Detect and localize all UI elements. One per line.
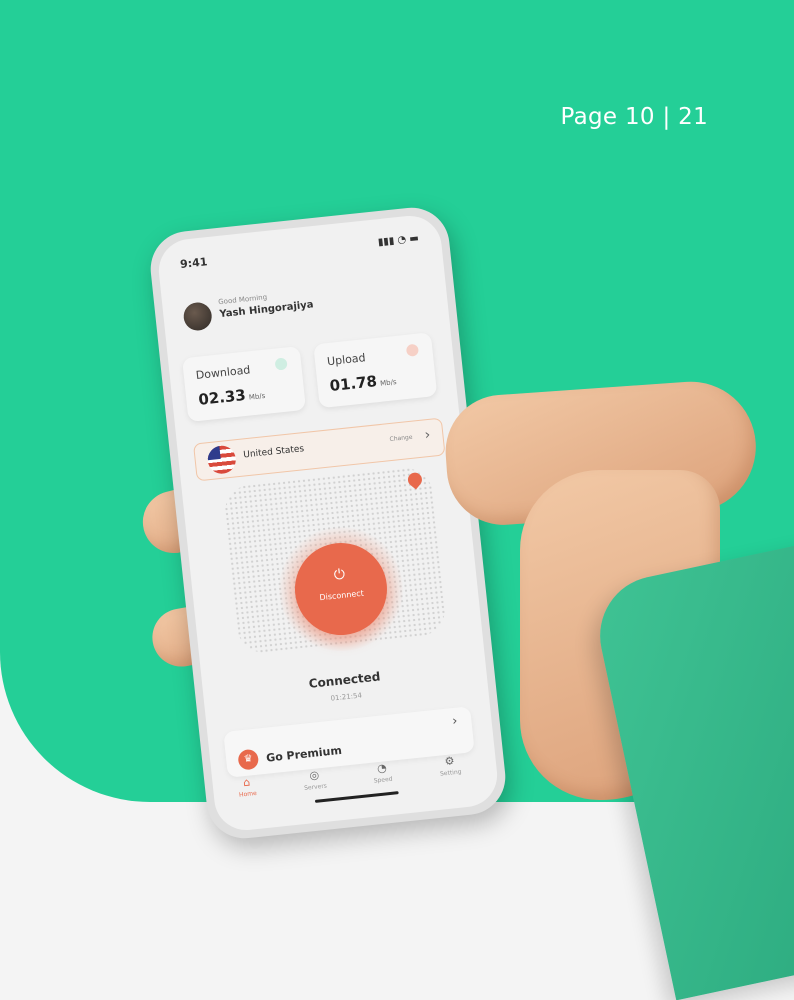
status-icons: ▮▮▮ ◔ ▬ bbox=[377, 232, 420, 249]
phone-mockup: 9:41 ▮▮▮ ◔ ▬ Good Morning Yash Hingoraji… bbox=[146, 203, 510, 843]
tab-setting[interactable]: ⚙ Setting bbox=[419, 751, 481, 779]
chevron-right-icon: › bbox=[451, 713, 459, 730]
upload-card: Upload 01.78 Mb/s bbox=[313, 332, 438, 409]
country-name: United States bbox=[242, 444, 305, 461]
crown-icon: ♛ bbox=[237, 748, 260, 771]
upload-label: Upload bbox=[326, 351, 367, 369]
page-indicator: Page 10 | 21 bbox=[560, 104, 708, 130]
disconnect-label: Disconnect bbox=[319, 588, 365, 603]
phone-screen: 9:41 ▮▮▮ ◔ ▬ Good Morning Yash Hingoraji… bbox=[155, 212, 501, 834]
avatar[interactable] bbox=[182, 301, 214, 332]
tab-speed[interactable]: ◔ Speed bbox=[351, 759, 413, 787]
download-icon bbox=[274, 357, 288, 371]
tab-servers[interactable]: ◎ Servers bbox=[284, 766, 346, 794]
status-time: 9:41 bbox=[179, 255, 209, 272]
upload-icon bbox=[405, 343, 419, 357]
download-label: Download bbox=[195, 363, 251, 382]
download-card: Download 02.33 Mb/s bbox=[181, 346, 307, 423]
premium-label: Go Premium bbox=[265, 743, 343, 765]
download-value: 02.33 Mb/s bbox=[197, 385, 266, 409]
phone-frame: 9:41 ▮▮▮ ◔ ▬ Good Morning Yash Hingoraji… bbox=[146, 203, 510, 843]
tab-home[interactable]: ⌂ Home bbox=[216, 773, 278, 801]
change-button[interactable]: Change bbox=[389, 434, 413, 443]
upload-value: 01.78 Mb/s bbox=[328, 372, 398, 396]
power-icon: ⏻ bbox=[333, 566, 346, 584]
home-indicator bbox=[314, 791, 399, 803]
us-flag-icon bbox=[206, 444, 238, 476]
chevron-right-icon[interactable]: › bbox=[424, 427, 431, 443]
